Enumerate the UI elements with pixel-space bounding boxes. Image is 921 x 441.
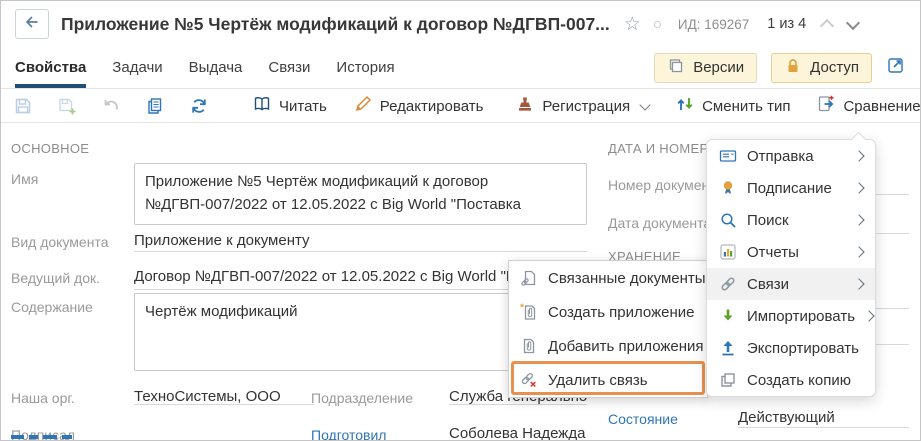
- chain-link-icon: [719, 275, 737, 293]
- content-label: Содержание: [11, 299, 93, 315]
- reg-date-label: Дата документа: [608, 215, 711, 231]
- submenu-item-delete-relation[interactable]: Удалить связь: [509, 363, 707, 397]
- save-and-close-icon[interactable]: [57, 95, 77, 117]
- access-button[interactable]: Доступ: [771, 53, 872, 83]
- reports-chart-icon: [719, 243, 737, 261]
- menu-item-relations[interactable]: Связи: [707, 268, 875, 300]
- open-book-icon: [252, 94, 272, 118]
- page-title: Приложение №5 Чертёж модификаций к догов…: [61, 14, 610, 35]
- submenu-chevron-icon: [853, 246, 864, 257]
- export-arrow-icon: [719, 339, 737, 357]
- signed-by-field[interactable]: [134, 425, 314, 441]
- add-attachments-icon: [520, 337, 538, 355]
- submenu-chevron-icon: [853, 182, 864, 193]
- menu-item-create-copy[interactable]: Создать копию: [707, 364, 875, 396]
- change-type-button[interactable]: Сменить тип: [675, 94, 790, 118]
- tab-history[interactable]: История: [336, 47, 394, 88]
- back-arrow-icon: [22, 12, 42, 37]
- menu-item-search[interactable]: Поиск: [707, 204, 875, 236]
- tab-relations[interactable]: Связи: [268, 47, 310, 88]
- prepared-by-label[interactable]: Подготовил: [311, 427, 386, 441]
- send-icon: [719, 147, 737, 165]
- versions-icon: [667, 57, 685, 79]
- document-id: ИД: 169267: [678, 17, 749, 32]
- relations-submenu: Связанные документы * Создать приложение…: [508, 260, 708, 398]
- versions-button[interactable]: Версии: [654, 53, 757, 83]
- our-org-label: Наша орг.: [11, 390, 75, 406]
- refresh-icon[interactable]: [189, 95, 209, 117]
- pencil-icon: [353, 94, 373, 118]
- open-in-new-window-icon[interactable]: [886, 55, 906, 80]
- menu-item-export[interactable]: Экспортировать: [707, 332, 875, 364]
- our-org-field[interactable]: ТехноСистемы, ООО: [134, 388, 314, 405]
- name-label: Имя: [11, 171, 38, 187]
- registration-button[interactable]: Регистрация: [515, 94, 649, 118]
- import-arrow-icon: [719, 307, 737, 325]
- stamp-icon: [515, 94, 535, 118]
- submenu-chevron-icon: [853, 278, 864, 289]
- chevron-down-icon: [639, 99, 650, 110]
- tab-bar: Свойства Задачи Выдача Связи История Вер…: [1, 47, 920, 89]
- compare-documents-icon: [816, 94, 836, 118]
- tab-tasks[interactable]: Задачи: [112, 47, 162, 88]
- pager-counter: 1 из 4: [767, 16, 806, 32]
- compare-button[interactable]: Сравнение: [816, 94, 921, 118]
- create-copy-icon: [719, 371, 737, 389]
- submenu-item-create-attachment[interactable]: * Создать приложение: [509, 295, 707, 329]
- save-icon[interactable]: [13, 95, 33, 117]
- favorite-star-icon[interactable]: ☆: [624, 15, 641, 34]
- section-main: ОСНОВНОЕ: [11, 141, 89, 156]
- menu-item-import[interactable]: Импортировать: [707, 300, 875, 332]
- submenu-chevron-icon: [853, 150, 864, 161]
- lock-icon: [784, 57, 802, 79]
- next-document-chevron-icon[interactable]: [846, 16, 860, 30]
- toolbar: Читать Редактировать Регистрация Сменить…: [1, 90, 920, 123]
- more-actions-menu: Отправка Подписание Поиск Отчеты: [706, 139, 876, 397]
- status-circle-icon: ○: [653, 17, 662, 32]
- name-field[interactable]: Приложение №5 Чертёж модификаций к догов…: [134, 163, 587, 225]
- copy-icon[interactable]: [145, 95, 165, 117]
- state-field[interactable]: Действующий: [738, 409, 909, 428]
- read-button[interactable]: Читать: [252, 94, 327, 118]
- svg-text:*: *: [520, 303, 524, 314]
- doc-kind-field[interactable]: Приложение к документу: [134, 232, 587, 252]
- prev-document-chevron-icon[interactable]: [820, 19, 834, 33]
- state-label[interactable]: Состояние: [608, 411, 678, 427]
- menu-item-send[interactable]: Отправка: [707, 140, 875, 172]
- submenu-chevron-icon: [853, 214, 864, 225]
- swap-arrows-icon: [675, 94, 695, 118]
- related-documents-icon: [520, 269, 538, 287]
- tab-issuance[interactable]: Выдача: [189, 47, 243, 88]
- create-attachment-icon: *: [520, 303, 538, 321]
- search-icon: [719, 211, 737, 229]
- submenu-item-related-documents[interactable]: Связанные документы: [509, 261, 707, 295]
- submenu-chevron-icon: [863, 310, 874, 321]
- document-card-window: Приложение №5 Чертёж модификаций к догов…: [0, 0, 921, 441]
- tab-properties[interactable]: Свойства: [15, 47, 86, 88]
- menu-item-reports[interactable]: Отчеты: [707, 236, 875, 268]
- section-date-number: ДАТА И НОМЕР: [608, 141, 708, 156]
- header: Приложение №5 Чертёж модификаций к догов…: [1, 1, 920, 47]
- delete-relation-icon: [520, 371, 538, 389]
- department-label: Подразделение: [311, 390, 413, 406]
- clipped-text-fragment: [11, 435, 72, 439]
- signing-medal-icon: [719, 179, 737, 197]
- submenu-item-add-attachments[interactable]: Добавить приложения: [509, 329, 707, 363]
- doc-kind-label: Вид документа: [11, 234, 108, 250]
- back-button[interactable]: [15, 9, 49, 39]
- menu-item-signing[interactable]: Подписание: [707, 172, 875, 204]
- prepared-by-field[interactable]: Соболева Надежда Ни: [449, 425, 589, 441]
- edit-button[interactable]: Редактировать: [353, 94, 484, 118]
- undo-icon[interactable]: [101, 95, 121, 117]
- lead-doc-label: Ведущий док.: [11, 270, 100, 286]
